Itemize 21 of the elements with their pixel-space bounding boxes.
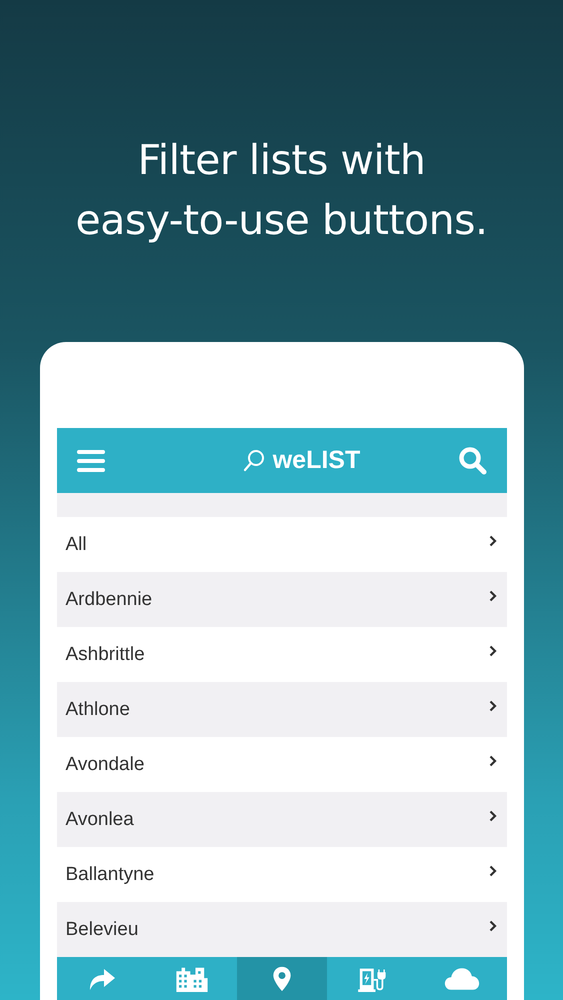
chevron-icon [488, 700, 496, 712]
headline: easy-to-use buttons. [76, 195, 488, 246]
list-item[interactable]: Athlone [56, 682, 506, 737]
chevron-icon [488, 754, 496, 766]
chevron-icon [488, 590, 496, 602]
menu-icon[interactable] [76, 448, 104, 472]
chevron-icon [488, 810, 496, 822]
chevron-icon [488, 920, 496, 932]
list-item[interactable]: Avonlea [56, 792, 506, 847]
search-icon [242, 448, 265, 472]
search-icon[interactable] [458, 446, 488, 476]
chevron-icon [488, 534, 496, 546]
list-item[interactable]: Ardbennie [56, 572, 506, 627]
cloud-icon [444, 966, 480, 992]
app-title: weLIST [272, 446, 360, 475]
list-item[interactable]: Belevieu [56, 902, 506, 957]
buildings-icon [174, 966, 210, 992]
tab-button[interactable] [236, 957, 326, 1000]
chevron-icon [488, 644, 496, 656]
chevron-icon [488, 864, 496, 876]
headline: Filter lists with [138, 135, 426, 186]
